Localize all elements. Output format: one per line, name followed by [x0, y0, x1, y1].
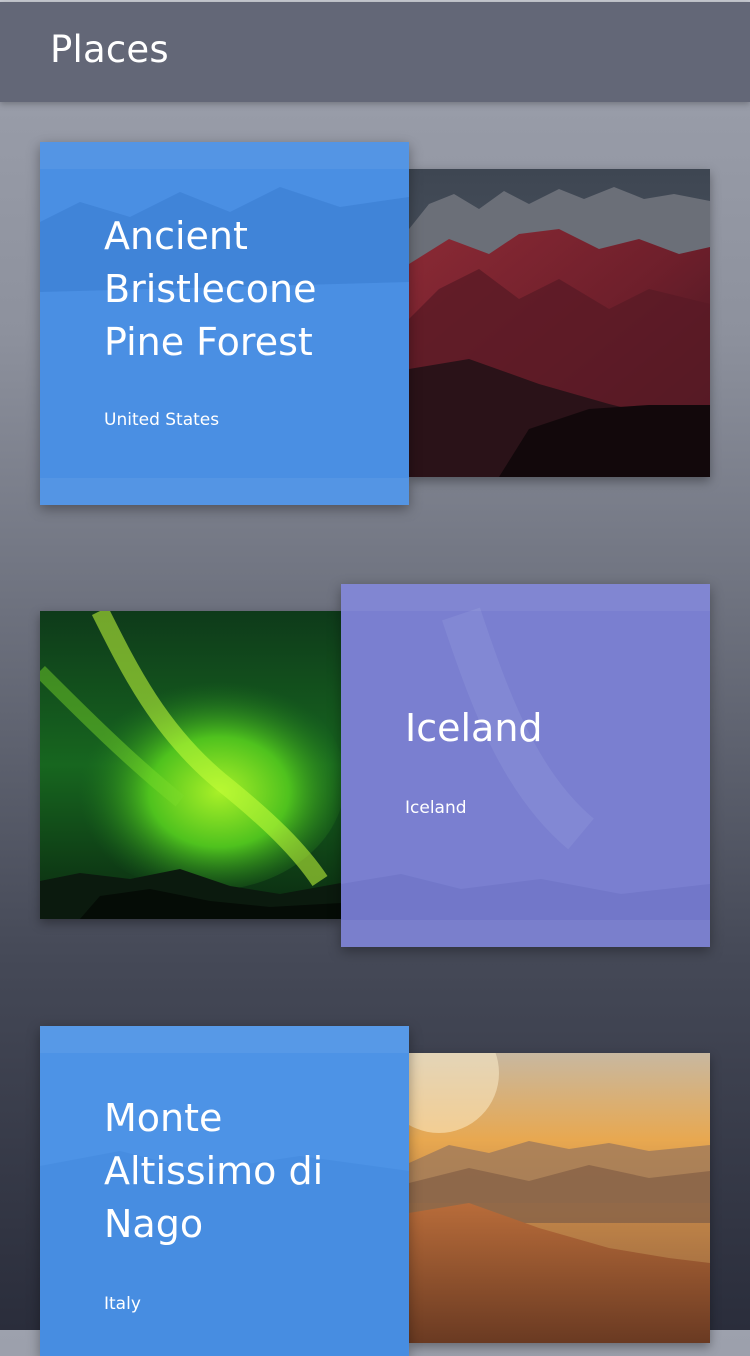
place-title: Monte Altissimo di Nago	[104, 1096, 324, 1246]
aurora-borealis-photo[interactable]	[40, 611, 341, 919]
page-title: Places	[50, 28, 169, 71]
red-mountains-photo[interactable]	[409, 169, 710, 477]
panel-bottom-band	[40, 478, 409, 505]
panel-top-band	[341, 584, 710, 611]
place-country: Iceland	[405, 798, 467, 818]
panel-bottom-band	[341, 920, 710, 947]
place-title: Iceland	[405, 706, 543, 750]
place-title: Ancient Bristlecone Pine Forest	[104, 214, 317, 364]
sunset-hills-photo[interactable]	[409, 1053, 710, 1343]
panel-top-band	[40, 1026, 409, 1053]
place-info-panel[interactable]: Ancient Bristlecone Pine Forest United S…	[40, 142, 409, 505]
panel-texture	[341, 607, 710, 947]
panel-top-band	[40, 142, 409, 169]
place-country: Italy	[104, 1294, 141, 1314]
place-info-panel[interactable]: Iceland Iceland	[341, 584, 710, 947]
place-info-panel[interactable]: Monte Altissimo di Nago Italy	[40, 1026, 409, 1356]
place-country: United States	[104, 410, 220, 430]
app-bar: Places	[0, 2, 750, 102]
